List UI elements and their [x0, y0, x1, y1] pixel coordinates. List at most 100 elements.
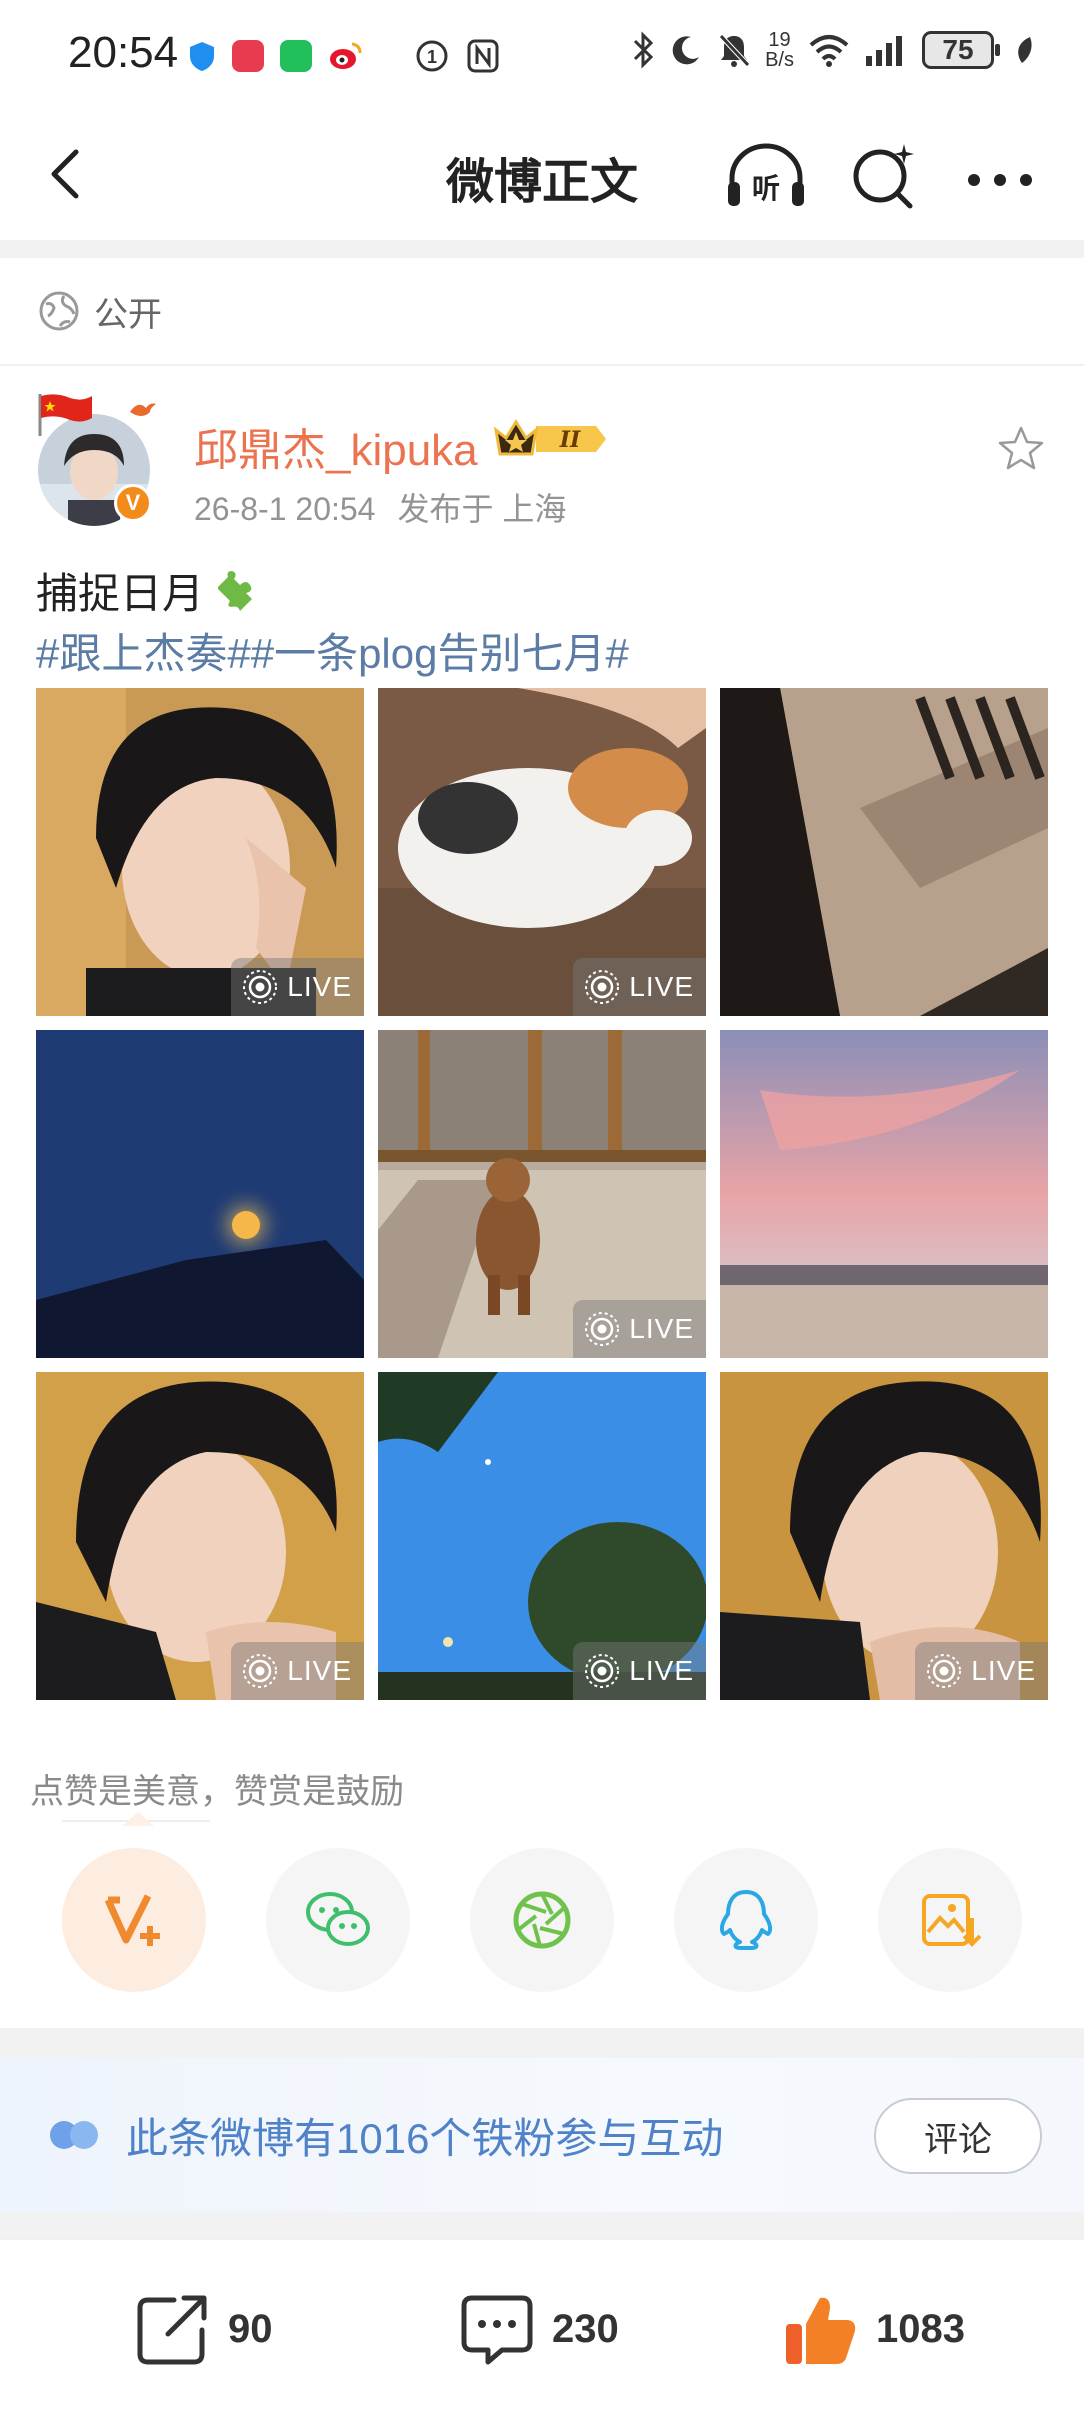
huawei-app-icon — [232, 40, 264, 72]
post-meta: 26-8-1 20:54 发布于 上海 — [194, 484, 566, 530]
wifi-icon — [809, 35, 849, 67]
top-nav-bar: 微博正文 听 — [0, 112, 1084, 240]
comment-count: 230 — [552, 2306, 619, 2351]
globe-icon — [39, 291, 79, 331]
thumbs-up-icon — [786, 2297, 856, 2364]
bluetooth-icon — [634, 31, 654, 69]
comment-action-button[interactable]: 230 — [458, 2290, 619, 2368]
visibility-row: 公开 — [0, 258, 1084, 366]
wechat-app-icon — [280, 40, 312, 72]
share-moments-button[interactable] — [470, 1848, 614, 1992]
save-image-icon — [922, 1894, 982, 1947]
vip-crown-badge: II — [493, 419, 606, 456]
photo-5[interactable]: LIVE — [378, 1030, 706, 1358]
v-plus-icon — [104, 1894, 160, 1946]
section-divider — [0, 240, 1084, 258]
favorite-star-icon[interactable] — [996, 424, 1046, 474]
share-qq-button[interactable] — [674, 1848, 818, 1992]
bottom-action-bar: 90 230 1083 — [0, 2238, 1084, 2412]
listen-headphones-icon[interactable]: 听 — [724, 140, 808, 212]
author-name[interactable]: 邱鼎杰_kipuka — [194, 414, 478, 478]
comment-button[interactable]: 评论 — [874, 2098, 1042, 2174]
iron-fans-banner: 此条微博有1016个铁粉参与互动 评论 — [0, 2058, 1084, 2212]
like-button[interactable]: 1083 — [782, 2290, 965, 2368]
live-photo-icon — [243, 970, 278, 1004]
repost-button[interactable]: 90 — [134, 2290, 273, 2368]
comment-icon — [461, 2295, 533, 2365]
status-system-icons: 19 B/s 75 — [631, 30, 1034, 70]
live-photo-icon — [243, 1654, 278, 1688]
wechat-icon — [306, 1892, 370, 1946]
photo-2[interactable]: LIVE — [378, 688, 706, 1016]
visibility-label: 公开 — [94, 295, 162, 334]
qq-icon — [719, 1890, 773, 1950]
status-time: 20:54 — [68, 28, 179, 77]
photo-9[interactable]: LIVE — [720, 1372, 1048, 1700]
repost-icon — [137, 2295, 207, 2365]
search-icon[interactable] — [848, 140, 920, 212]
live-badge: LIVE — [231, 1642, 364, 1700]
leaf-icon — [1018, 37, 1032, 63]
hashtag-links[interactable]: #跟上杰奏##一条plog告别七月# — [36, 620, 629, 681]
author-avatar[interactable]: V — [36, 392, 160, 528]
iron-fans-text: 此条微博有1016个铁粉参与互动 — [126, 2114, 724, 2162]
nfc-sync-icon: 1 — [416, 40, 448, 72]
photo-6[interactable] — [720, 1030, 1048, 1358]
moments-icon — [513, 1891, 571, 1949]
network-speed-unit: B/s — [765, 49, 794, 71]
status-notification-icons: 1 — [188, 38, 500, 74]
section-divider — [0, 2212, 1084, 2238]
photo-7[interactable]: LIVE — [36, 1372, 364, 1700]
live-badge: LIVE — [573, 958, 706, 1016]
photo-8[interactable]: LIVE — [378, 1372, 706, 1700]
photo-1[interactable]: LIVE — [36, 688, 364, 1016]
live-photo-icon — [585, 1312, 620, 1346]
live-badge: LIVE — [915, 1642, 1048, 1700]
puzzle-emoji-icon — [218, 570, 253, 611]
live-photo-icon — [927, 1654, 962, 1688]
more-options-icon[interactable] — [960, 140, 1040, 212]
battery-indicator: 75 — [922, 31, 1000, 69]
shield-icon — [190, 42, 214, 71]
svg-text:1: 1 — [427, 47, 437, 67]
network-speed: 19 B/s — [765, 30, 794, 70]
listen-label: 听 — [752, 172, 780, 205]
photo-3[interactable] — [720, 688, 1048, 1016]
section-divider — [0, 2028, 1084, 2058]
live-photo-icon — [585, 970, 620, 1004]
network-speed-value: 19 — [768, 29, 791, 51]
live-label: LIVE — [629, 1655, 694, 1686]
live-label: LIVE — [287, 1655, 352, 1686]
post-time: 26-8-1 20:54 — [194, 491, 376, 527]
reward-hint: 点赞是美意，赞赏是鼓励 — [30, 1773, 404, 1811]
signal-icon — [866, 36, 902, 66]
live-label: LIVE — [629, 1313, 694, 1344]
vip-level: II — [559, 427, 581, 453]
weibo-app-icon — [330, 42, 362, 69]
live-badge: LIVE — [231, 958, 364, 1016]
like-count: 1083 — [876, 2306, 965, 2351]
live-photo-icon — [585, 1654, 620, 1688]
live-label: LIVE — [287, 971, 352, 1002]
repost-count: 90 — [228, 2306, 273, 2351]
photo-4[interactable] — [36, 1030, 364, 1358]
bird-icon — [130, 403, 156, 416]
live-badge: LIVE — [573, 1642, 706, 1700]
save-image-button[interactable] — [878, 1848, 1022, 1992]
reward-tab-caret — [122, 1812, 154, 1826]
share-wechat-button[interactable] — [266, 1848, 410, 1992]
photo-moon-night-image — [36, 1030, 364, 1358]
live-label: LIVE — [629, 971, 694, 1002]
verified-badge: V — [114, 484, 152, 522]
photo-grid: LIVE LIVE LIVE LIVE LIVE LIVE — [36, 688, 1048, 1700]
photo-shadow-floor-image — [720, 688, 1048, 1016]
reward-v-plus-button[interactable] — [62, 1848, 206, 1992]
bell-off-icon — [719, 34, 750, 67]
nfc-icon — [467, 39, 499, 73]
post-text: 捕捉日月 — [36, 570, 205, 617]
flag-icon — [38, 394, 92, 436]
live-badge: LIVE — [573, 1300, 706, 1358]
live-label: LIVE — [971, 1655, 1036, 1686]
status-bar: 20:54 1 19 B/s 75 — [0, 0, 1084, 112]
photo-sunset-sky-image — [720, 1030, 1048, 1358]
